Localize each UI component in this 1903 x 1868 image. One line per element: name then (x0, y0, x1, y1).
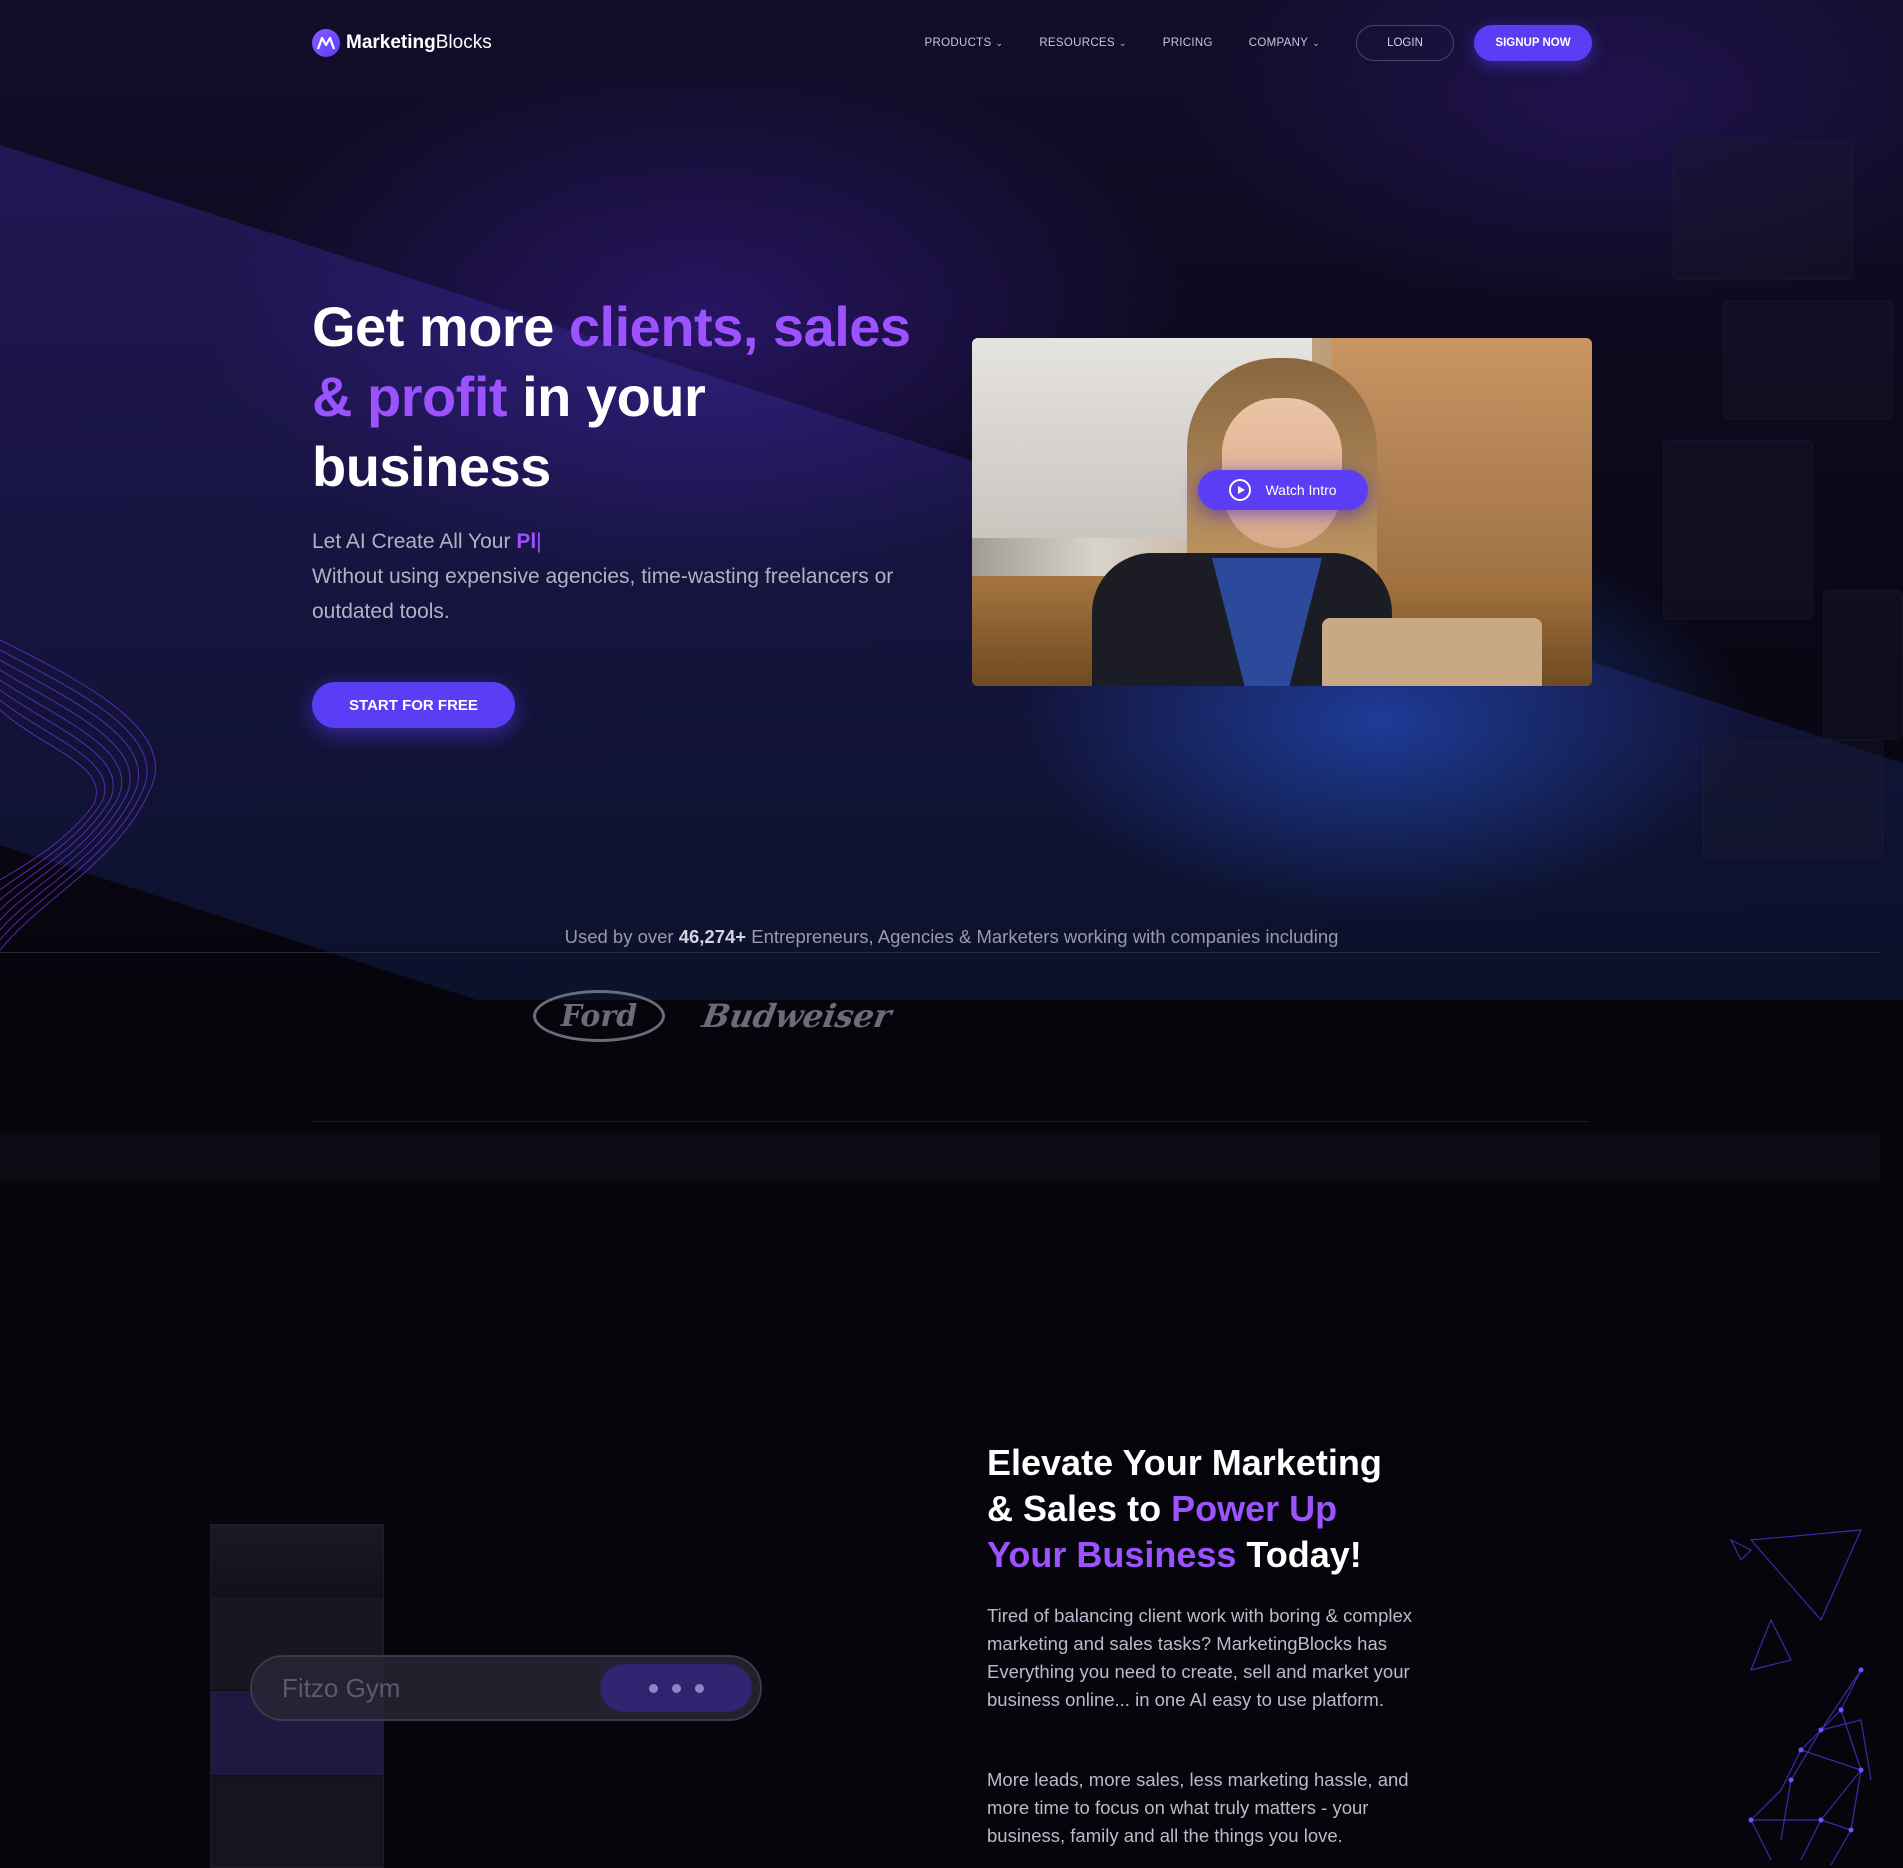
business-name-input-mockup: Fitzo Gym (250, 1655, 762, 1721)
hero-subtitle: Let AI Create All Your Pl| Without using… (312, 530, 894, 623)
section-paragraph-2: More leads, more sales, less marketing h… (987, 1769, 1409, 1846)
nav-menu: PRODUCTS ⌄ RESOURCES ⌄ PRICING COMPANY ⌄ LO… (925, 25, 1454, 61)
section-title: Elevate Your Marketing & Sales to Power … (987, 1442, 1382, 1575)
chevron-down-icon: ⌄ (1118, 37, 1127, 48)
used-by-text: Used by over 46,274+ Entrepreneurs, Agen… (564, 926, 1339, 947)
intro-video[interactable]: Watch Intro (972, 338, 1592, 686)
watch-intro-button[interactable]: Watch Intro (1198, 470, 1368, 510)
client-logos: Ford Budweiser (533, 990, 894, 1042)
divider (0, 952, 1880, 953)
chevron-down-icon: ⌄ (1312, 37, 1320, 48)
play-icon (1229, 479, 1252, 501)
network-mesh-decoration (1729, 1529, 1872, 1866)
section-band (0, 1133, 1880, 1181)
ford-logo: Ford (533, 990, 665, 1042)
loading-dots (600, 1664, 752, 1712)
section-paragraph-1: Tired of balancing client work with bori… (987, 1605, 1413, 1710)
side-template-cards (1643, 120, 1903, 1000)
logo-text: MarketingBlocks (346, 32, 492, 53)
wave-lines-decoration (0, 639, 156, 951)
top-navbar: MarketingBlocks PRODUCTS ⌄ RESOURCES ⌄ PRI… (312, 22, 1592, 64)
brand-logo[interactable]: MarketingBlocks (312, 29, 492, 57)
nav-pricing[interactable]: PRICING (1163, 37, 1213, 49)
start-for-free-button[interactable]: START FOR FREE (312, 682, 515, 728)
nav-products[interactable]: PRODUCTS ⌄ (925, 37, 1004, 49)
budweiser-logo: Budweiser (699, 997, 895, 1035)
hero-title: Get more clients, sales & profit in your… (312, 295, 911, 498)
divider (312, 1121, 1588, 1122)
login-button[interactable]: LOGIN (1356, 25, 1454, 61)
nav-company[interactable]: COMPANY ⌄ (1249, 37, 1320, 49)
logo-m-icon (312, 29, 340, 57)
nav-resources[interactable]: RESOURCES ⌄ (1039, 37, 1126, 49)
typed-text: Pl (516, 530, 537, 553)
signup-button[interactable]: SIGNUP NOW (1474, 25, 1592, 61)
hero-diagonal-glow (0, 80, 1903, 1000)
chevron-down-icon: ⌄ (995, 37, 1004, 48)
